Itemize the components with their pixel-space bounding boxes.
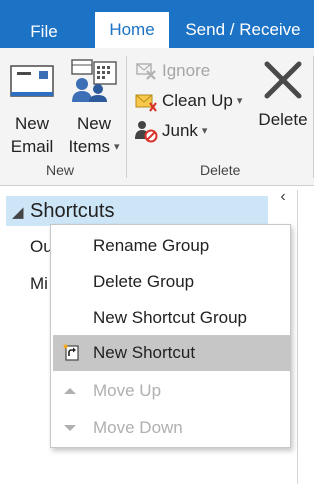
group-separator <box>313 56 314 178</box>
menu-item-label: New Shortcut <box>93 343 196 362</box>
shortcuts-group-header[interactable]: ◢ Shortcuts <box>6 196 268 226</box>
clean-up-label: Clean Up <box>162 91 233 110</box>
envelope-icon <box>10 65 54 97</box>
menu-item-label: Delete Group <box>93 272 195 291</box>
clean-up-icon <box>135 94 157 112</box>
new-shortcut-icon <box>63 344 79 361</box>
collapse-pane-button[interactable]: ‹ <box>274 188 292 206</box>
delete-x-icon <box>264 61 302 99</box>
menu-item-label: New Shortcut Group <box>93 308 248 327</box>
arrow-down-icon <box>64 425 76 431</box>
group-label-delete: Delete <box>200 162 241 178</box>
group-separator <box>126 56 127 178</box>
menu-item-move-down[interactable]: Move Down <box>51 410 290 446</box>
tab-send-receive[interactable]: Send / Receive <box>176 12 310 48</box>
menu-item-delete-group[interactable]: Delete Group <box>51 264 290 300</box>
menu-item-move-up[interactable]: Move Up <box>51 373 290 409</box>
ribbon: New Email New Items ▾ New Ignore Clean U… <box>0 48 314 186</box>
chevron-down-icon: ▾ <box>201 125 208 137</box>
ignore-label: Ignore <box>162 61 211 80</box>
menu-item-new-shortcut[interactable]: New Shortcut <box>53 335 290 371</box>
shortcuts-header-label: Shortcuts <box>30 200 115 222</box>
menu-item-new-shortcut-group[interactable]: New Shortcut Group <box>51 300 290 336</box>
delete-label: Delete <box>258 110 308 129</box>
calendar-people-icon <box>71 59 117 102</box>
new-items-label-1: New <box>76 114 111 133</box>
new-email-button[interactable]: New Email <box>6 48 58 158</box>
nav-item[interactable]: Mi <box>30 274 48 294</box>
context-menu: Rename Group Delete Group New Shortcut G… <box>50 224 291 448</box>
pane-divider <box>297 190 298 484</box>
tab-file[interactable]: File <box>14 14 74 50</box>
ribbon-tab-bar: File Home Send / Receive <box>0 0 314 48</box>
menu-item-rename-group[interactable]: Rename Group <box>51 228 290 264</box>
expand-triangle-icon[interactable]: ◢ <box>12 198 24 228</box>
new-items-button[interactable]: New Items ▾ <box>64 48 124 159</box>
new-items-label-2: Items ▾ <box>68 137 120 156</box>
new-email-label-1: New <box>14 114 49 133</box>
menu-item-label: Move Up <box>93 381 162 400</box>
delete-button[interactable]: Delete <box>254 48 312 131</box>
chevron-left-icon: ‹ <box>280 188 286 205</box>
tab-home[interactable]: Home <box>95 12 169 48</box>
junk-label: Junk <box>162 121 198 140</box>
junk-icon <box>135 121 158 143</box>
group-label-new: New <box>46 162 75 178</box>
chevron-down-icon: ▾ <box>114 141 120 153</box>
arrow-up-icon <box>64 388 76 394</box>
menu-item-label: Move Down <box>93 418 183 437</box>
new-email-label-2: Email <box>10 137 54 156</box>
chevron-down-icon: ▾ <box>236 95 243 107</box>
ignore-icon <box>136 63 156 80</box>
menu-item-label: Rename Group <box>93 236 210 255</box>
